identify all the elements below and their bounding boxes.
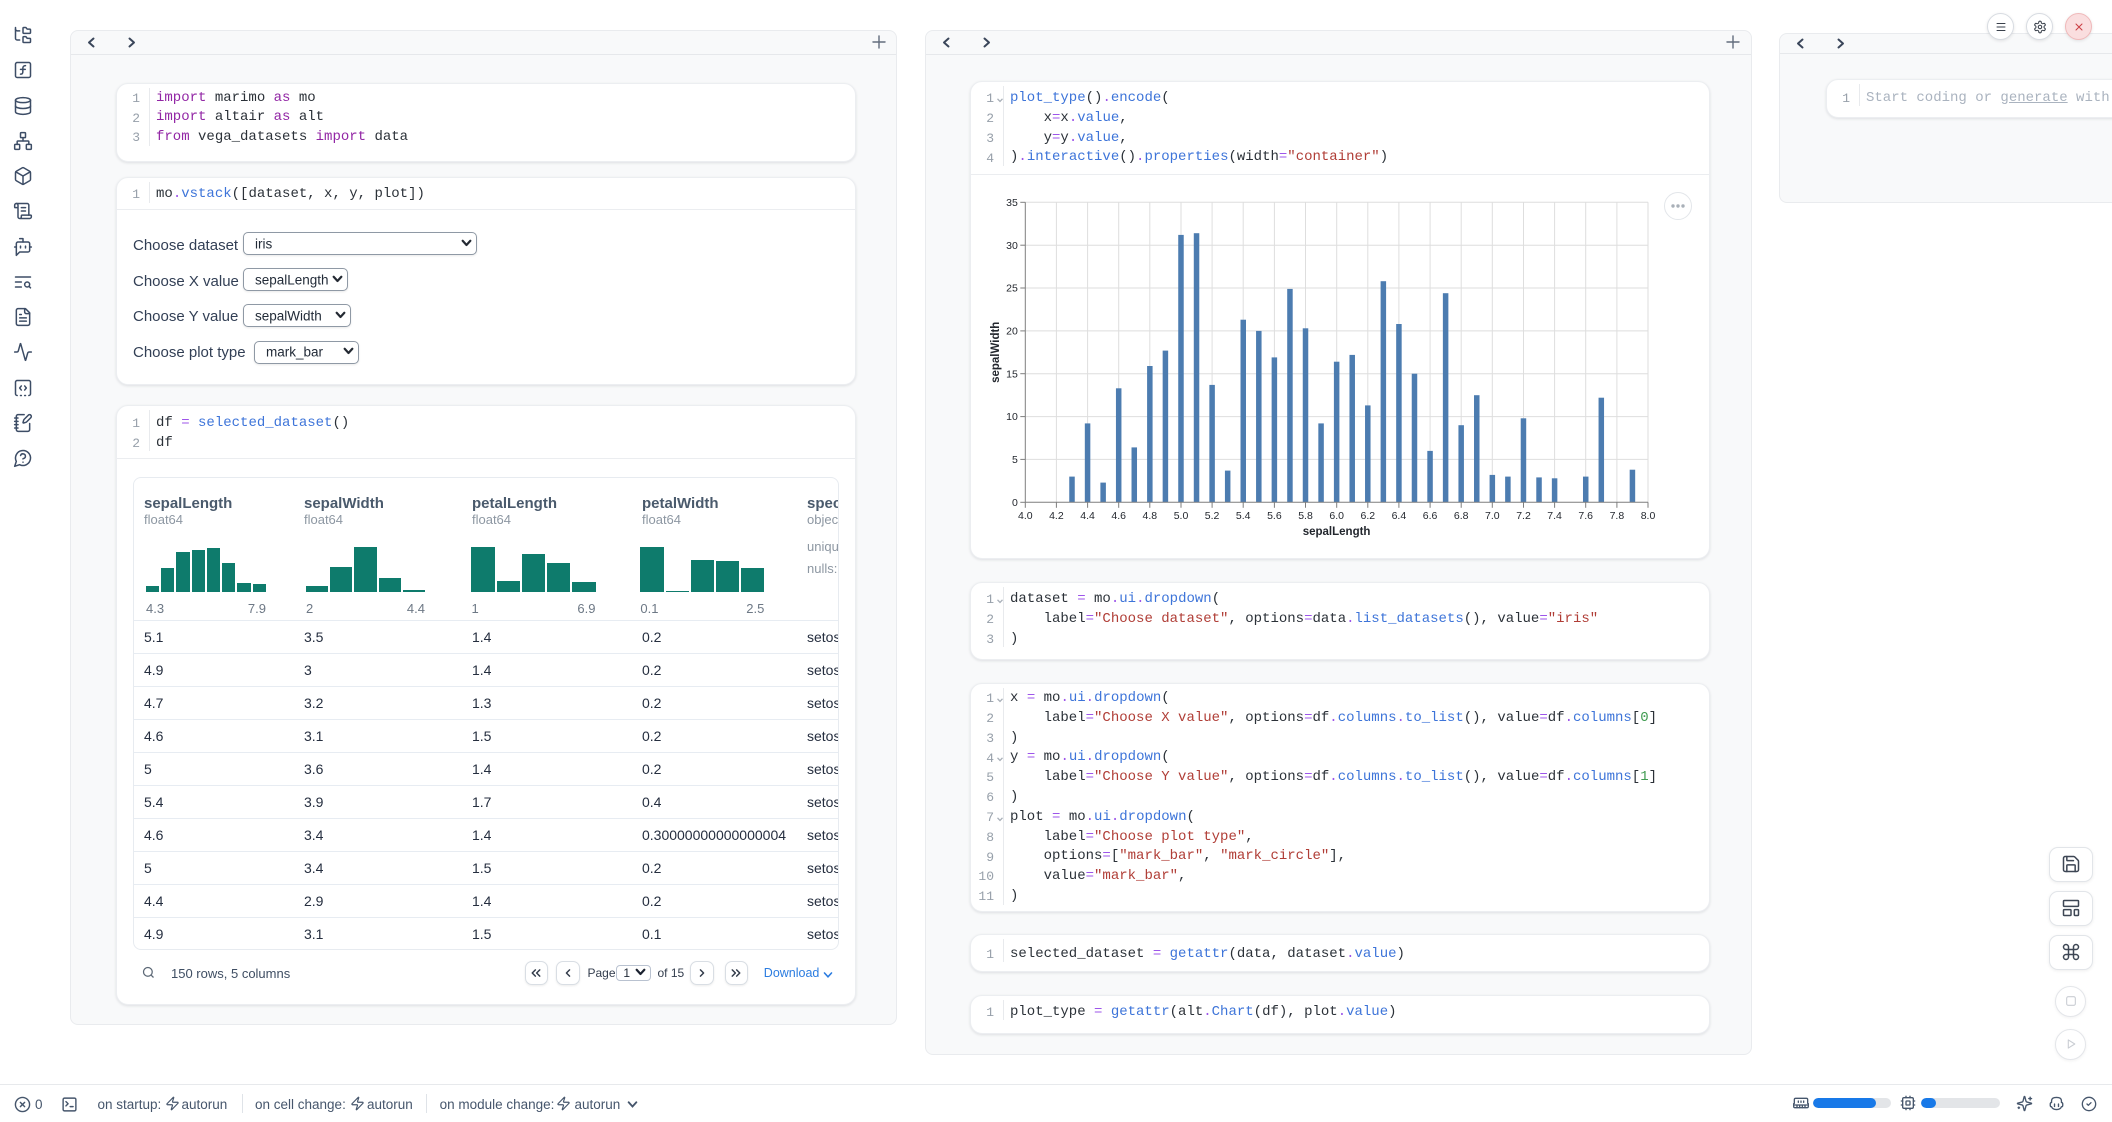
svg-text:4.8: 4.8 xyxy=(1142,510,1157,522)
svg-text:5.6: 5.6 xyxy=(1267,510,1282,522)
svg-text:7.8: 7.8 xyxy=(1610,510,1625,522)
svg-text:35: 35 xyxy=(1006,197,1018,209)
svg-text:4.4: 4.4 xyxy=(1080,510,1095,522)
svg-text:30: 30 xyxy=(1006,240,1018,252)
svg-text:25: 25 xyxy=(1006,283,1018,295)
svg-text:15: 15 xyxy=(1006,368,1018,380)
svg-text:6.2: 6.2 xyxy=(1360,510,1375,522)
svg-text:4.6: 4.6 xyxy=(1111,510,1126,522)
svg-text:6.8: 6.8 xyxy=(1454,510,1469,522)
svg-text:20: 20 xyxy=(1006,326,1018,338)
svg-text:5.8: 5.8 xyxy=(1298,510,1313,522)
svg-text:5.0: 5.0 xyxy=(1174,510,1189,522)
svg-text:6.0: 6.0 xyxy=(1329,510,1344,522)
svg-text:7.0: 7.0 xyxy=(1485,510,1500,522)
svg-text:5: 5 xyxy=(1012,454,1018,466)
svg-text:5.2: 5.2 xyxy=(1205,510,1220,522)
svg-text:7.6: 7.6 xyxy=(1578,510,1593,522)
svg-text:10: 10 xyxy=(1006,411,1018,423)
svg-text:6.6: 6.6 xyxy=(1423,510,1438,522)
svg-text:sepalLength: sepalLength xyxy=(1303,526,1371,538)
svg-text:0: 0 xyxy=(1012,497,1018,509)
svg-text:6.4: 6.4 xyxy=(1392,510,1407,522)
svg-text:8.0: 8.0 xyxy=(1641,510,1656,522)
svg-text:7.2: 7.2 xyxy=(1516,510,1531,522)
svg-text:sepalWidth: sepalWidth xyxy=(990,322,1002,383)
svg-text:5.4: 5.4 xyxy=(1236,510,1251,522)
svg-text:4.2: 4.2 xyxy=(1049,510,1064,522)
svg-text:4.0: 4.0 xyxy=(1018,510,1033,522)
svg-text:7.4: 7.4 xyxy=(1547,510,1562,522)
